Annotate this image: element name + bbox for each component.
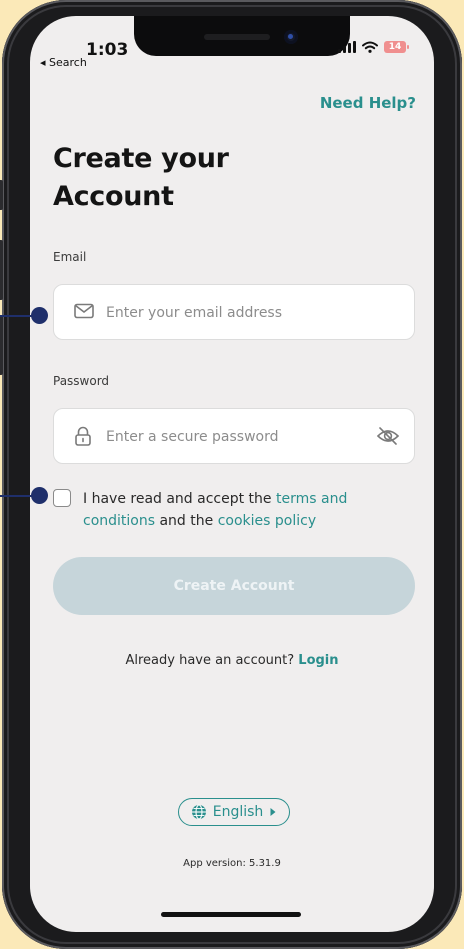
notch xyxy=(134,16,350,56)
caret-right-icon xyxy=(270,808,276,816)
password-field[interactable] xyxy=(104,409,368,465)
language-selector[interactable]: English xyxy=(178,798,290,826)
mail-icon xyxy=(74,303,94,319)
speaker-grille xyxy=(204,34,270,40)
app-version: App version: 5.31.9 xyxy=(183,858,281,869)
annotation-marker-email xyxy=(31,307,48,324)
login-prompt-text: Already have an account? xyxy=(125,653,299,668)
status-icons: 14 xyxy=(338,41,409,53)
page-title: Create your Account xyxy=(53,140,229,216)
battery-icon: 14 xyxy=(384,41,409,53)
cookies-policy-link[interactable]: cookies policy xyxy=(218,513,316,529)
password-field-container[interactable] xyxy=(53,408,415,465)
front-camera-icon xyxy=(284,30,298,44)
app-screen: 1:03 ◂ Search 14 Need Help? Create your … xyxy=(30,16,434,932)
battery-level: 14 xyxy=(388,42,402,52)
back-to-search-link[interactable]: ◂ Search xyxy=(40,56,87,69)
eye-off-icon[interactable] xyxy=(376,425,400,447)
terms-text: I have read and accept the terms and con… xyxy=(83,488,383,532)
globe-icon xyxy=(191,804,206,820)
lock-icon xyxy=(75,426,91,446)
email-label: Email xyxy=(53,250,87,264)
password-label: Password xyxy=(53,374,110,388)
side-button-left-3 xyxy=(0,315,3,375)
terms-middle: and the xyxy=(155,513,218,529)
side-button-left-2 xyxy=(0,240,3,300)
page-title-line2: Account xyxy=(53,181,174,212)
phone-frame: 1:03 ◂ Search 14 Need Help? Create your … xyxy=(0,0,462,949)
wifi-icon xyxy=(362,41,378,53)
home-indicator xyxy=(161,912,301,917)
status-time: 1:03 xyxy=(86,40,129,60)
email-field-container[interactable] xyxy=(53,284,415,341)
login-link[interactable]: Login xyxy=(298,653,338,668)
annotation-marker-checkbox xyxy=(31,487,48,504)
login-prompt: Already have an account? Login xyxy=(30,653,434,668)
create-account-button[interactable]: Create Account xyxy=(53,557,415,615)
side-button-left-1 xyxy=(0,180,3,210)
signal-icon xyxy=(338,41,356,53)
language-value: English xyxy=(212,804,264,820)
page-title-line1: Create your xyxy=(53,143,229,174)
need-help-link[interactable]: Need Help? xyxy=(320,94,416,112)
terms-checkbox[interactable] xyxy=(53,489,71,507)
terms-prefix: I have read and accept the xyxy=(83,491,276,507)
email-field[interactable] xyxy=(104,285,368,341)
